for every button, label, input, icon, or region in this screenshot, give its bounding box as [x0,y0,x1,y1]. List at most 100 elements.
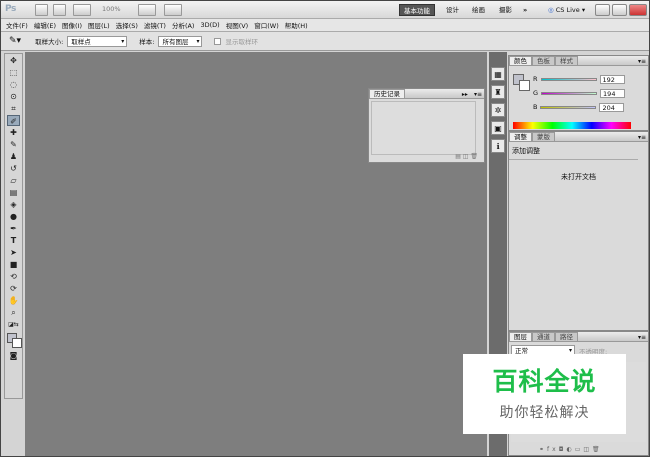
cs-live-label: CS Live [555,6,580,14]
bridge-button[interactable] [35,4,48,16]
adjustments-panel: 调整 蒙版 ▾≡ 添加调整 未打开文档 [508,131,649,331]
new-snapshot-icon[interactable]: ◫ [463,153,469,160]
adjustments-title: 添加调整 [509,142,638,160]
lasso-tool-icon[interactable]: ◌ [7,79,20,90]
move-tool-icon[interactable]: ✥ [7,55,20,66]
info-icon[interactable]: ℹ [491,139,505,153]
close-button[interactable] [629,4,647,16]
tab-masks[interactable]: 蒙版 [532,132,555,141]
menu-file[interactable]: 文件(F) [6,20,28,30]
marquee-tool-icon[interactable]: ⬚ [7,67,20,78]
workspace-design[interactable]: 设计 [442,4,463,16]
quick-select-tool-icon[interactable]: ⊙ [7,91,20,102]
blur-tool-icon[interactable]: ◈ [7,199,20,210]
blue-value-input[interactable]: 204 [599,102,625,112]
menu-edit[interactable]: 编辑(E) [34,20,56,30]
tab-swatches[interactable]: 色板 [532,56,555,65]
hand-tool-icon[interactable]: ✋ [7,295,20,306]
tab-channels[interactable]: 通道 [532,332,555,341]
menu-help[interactable]: 帮助(H) [285,20,308,30]
sample-size-label: 取样大小: [35,38,64,46]
delete-layer-icon[interactable]: 🗑 [592,446,603,453]
green-slider-row: G 194 [533,88,643,98]
gradient-tool-icon[interactable]: ▤ [7,187,20,198]
green-slider[interactable] [541,91,598,95]
red-value-input[interactable]: 192 [599,74,625,84]
menu-layer[interactable]: 图层(L) [88,20,110,30]
menu-image[interactable]: 图像(I) [62,20,82,30]
no-document-message: 未打开文档 [561,173,596,181]
zoom-level[interactable]: 100% [102,5,121,13]
histogram-icon[interactable]: ▦ [491,67,505,81]
menu-filter[interactable]: 滤镜(T) [144,20,166,30]
default-colors-icon[interactable]: ◪⇆ [7,319,20,330]
panel-menu-icon[interactable]: ▾≡ [474,91,482,98]
fx-icon[interactable]: fx [547,446,559,453]
tab-styles[interactable]: 样式 [555,56,578,65]
show-ring-checkbox[interactable] [214,37,222,45]
menu-view[interactable]: 视图(V) [226,20,249,30]
panel-collapse-icon[interactable]: ▸▸ [462,91,468,98]
3d-rotate-tool-icon[interactable]: ⟲ [7,271,20,282]
eyedropper-preset-icon[interactable]: ✎▾ [9,36,21,46]
eyedropper-tool-icon[interactable]: ✐ [7,115,20,126]
background-swatch[interactable] [519,80,530,91]
screen-mode-button[interactable] [164,4,182,16]
tab-color[interactable]: 颜色 [509,56,532,65]
eraser-tool-icon[interactable]: ▱ [7,175,20,186]
arrange-documents-button[interactable] [138,4,156,16]
tab-layers[interactable]: 图层 [509,332,532,341]
history-brush-tool-icon[interactable]: ↺ [7,163,20,174]
blue-slider[interactable] [540,105,597,109]
maximize-button[interactable] [612,4,627,16]
new-layer-icon[interactable]: ◫ [583,446,592,453]
history-icon[interactable]: ♜ [491,85,505,99]
navigator-icon[interactable]: ✲ [491,103,505,117]
menu-3d[interactable]: 3D(D) [200,21,219,29]
history-list[interactable] [371,101,476,155]
watermark-title: 百科全说 [492,367,597,396]
extras-menu-button[interactable] [73,4,91,16]
menu-analysis[interactable]: 分析(A) [172,20,195,30]
pen-tool-icon[interactable]: ✒ [7,223,20,234]
tab-adjustments[interactable]: 调整 [509,132,532,141]
shape-tool-icon[interactable]: ■ [7,259,20,270]
foreground-color-swatch[interactable] [6,332,22,348]
color-spectrum[interactable] [513,122,631,129]
delete-icon[interactable]: 🗑 [470,153,478,160]
workspace-essentials[interactable]: 基本功能 [399,4,435,16]
dodge-tool-icon[interactable]: ● [7,211,20,222]
quick-mask-icon[interactable]: ◙ [7,350,20,361]
workspace-painting[interactable]: 绘画 [468,4,489,16]
menu-select[interactable]: 选择(S) [116,20,138,30]
workspace-more[interactable]: » [519,4,531,16]
red-slider[interactable] [540,77,597,81]
type-tool-icon[interactable]: T [7,235,20,246]
path-select-tool-icon[interactable]: ➤ [7,247,20,258]
color-panel-menu-icon[interactable]: ▾≡ [638,58,646,65]
zoom-tool-icon[interactable]: ⌕ [7,307,20,318]
history-panel: 历史记录 ▸▸ ▾≡ ▤ ◫ 🗑 [368,88,485,163]
3d-orbit-tool-icon[interactable]: ⟳ [7,283,20,294]
new-document-icon[interactable]: ▤ [455,153,461,160]
green-value-input[interactable]: 194 [600,88,626,98]
watermark-subtitle: 助你轻松解决 [499,405,590,421]
brush-tool-icon[interactable]: ✎ [7,139,20,150]
menu-window[interactable]: 窗口(W) [254,20,279,30]
tab-history[interactable]: 历史记录 [369,89,405,98]
sample-size-select[interactable]: 取样点 [67,35,128,47]
minimize-button[interactable] [595,4,610,16]
spot-healing-tool-icon[interactable]: ✚ [7,127,20,138]
mini-bridge-button[interactable] [53,4,66,16]
crop-tool-icon[interactable]: ⌗ [7,103,20,114]
workspace-photography[interactable]: 摄影 [495,4,516,16]
adjustments-panel-menu-icon[interactable]: ▾≡ [638,134,646,141]
adjustment-layer-icon[interactable]: ◐ [566,446,574,453]
tab-paths[interactable]: 路径 [555,332,578,341]
clone-stamp-tool-icon[interactable]: ♟ [7,151,20,162]
cs-live-button[interactable]: ◎ CS Live ▾ [544,4,589,16]
link-layers-icon[interactable]: ⚭ [539,446,547,453]
sample-select[interactable]: 所有图层 [158,35,203,47]
image-icon[interactable]: ▣ [491,121,505,135]
layers-panel-menu-icon[interactable]: ▾≡ [638,334,646,341]
